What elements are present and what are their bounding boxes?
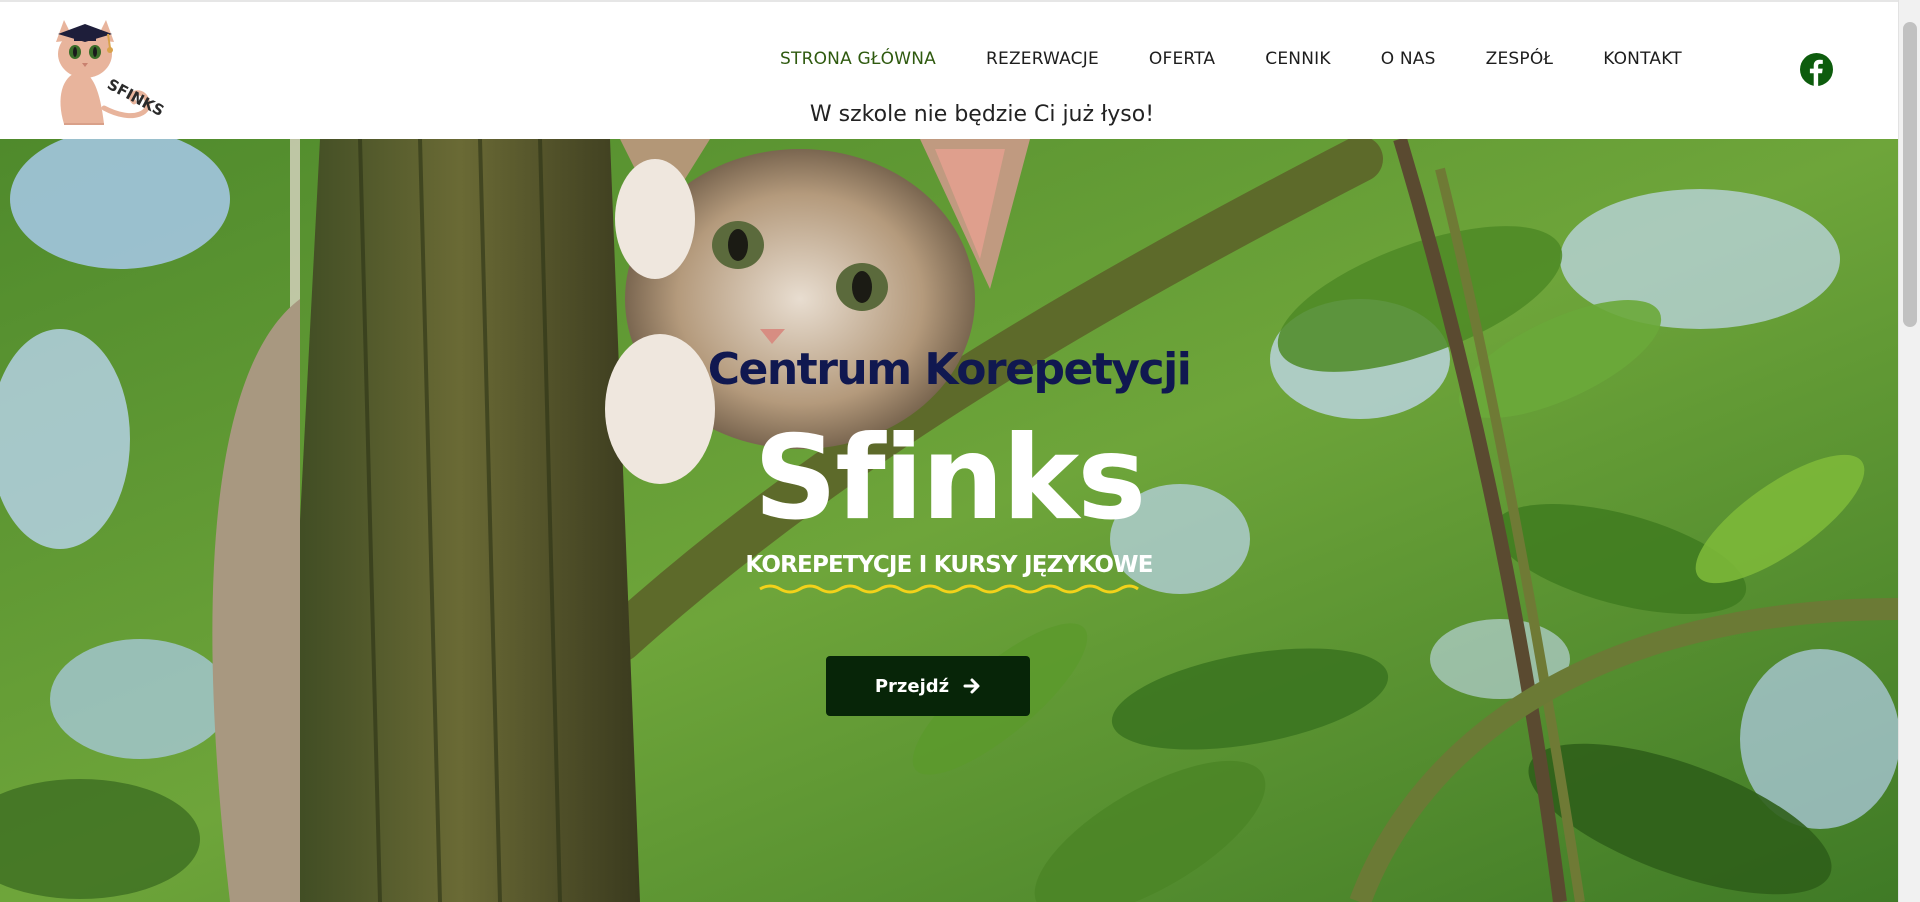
nav-item-kontakt[interactable]: KONTAKT	[1603, 49, 1682, 69]
hero-pretitle: Centrum Korepetycji	[707, 344, 1192, 395]
tagline: W szkole nie będzie Ci już łyso!	[809, 102, 1155, 127]
scrollbar-thumb[interactable]	[1903, 22, 1917, 327]
main-nav: STRONA GŁÓWNA REZERWACJE OFERTA CENNIK O…	[780, 46, 1682, 72]
wave-underline	[759, 584, 1139, 594]
hero-subtitle: KOREPETYCJE I KURSY JĘZYKOWE	[745, 552, 1153, 578]
site-header: SFINKS STRONA GŁÓWNA REZERWACJE OFERTA C…	[0, 0, 1898, 139]
page-scrollbar[interactable]	[1898, 0, 1920, 902]
nav-item-strona-glowna[interactable]: STRONA GŁÓWNA	[780, 49, 936, 69]
hero-title: Sfinks	[753, 411, 1147, 546]
nav-item-cennik[interactable]: CENNIK	[1265, 49, 1330, 69]
nav-item-rezerwacje[interactable]: REZERWACJE	[986, 49, 1099, 69]
arrow-right-icon	[963, 678, 980, 694]
nav-item-oferta[interactable]: OFERTA	[1149, 49, 1215, 69]
przejdz-button-label: Przejdź	[874, 675, 950, 697]
nav-item-o-nas[interactable]: O NAS	[1381, 49, 1436, 69]
nav-item-zespol[interactable]: ZESPÓŁ	[1486, 49, 1554, 69]
przejdz-button[interactable]: Przejdź	[826, 656, 1030, 716]
facebook-icon[interactable]	[1800, 53, 1833, 86]
hero-section: Centrum Korepetycji Sfinks KOREPETYCJE I…	[0, 139, 1898, 902]
